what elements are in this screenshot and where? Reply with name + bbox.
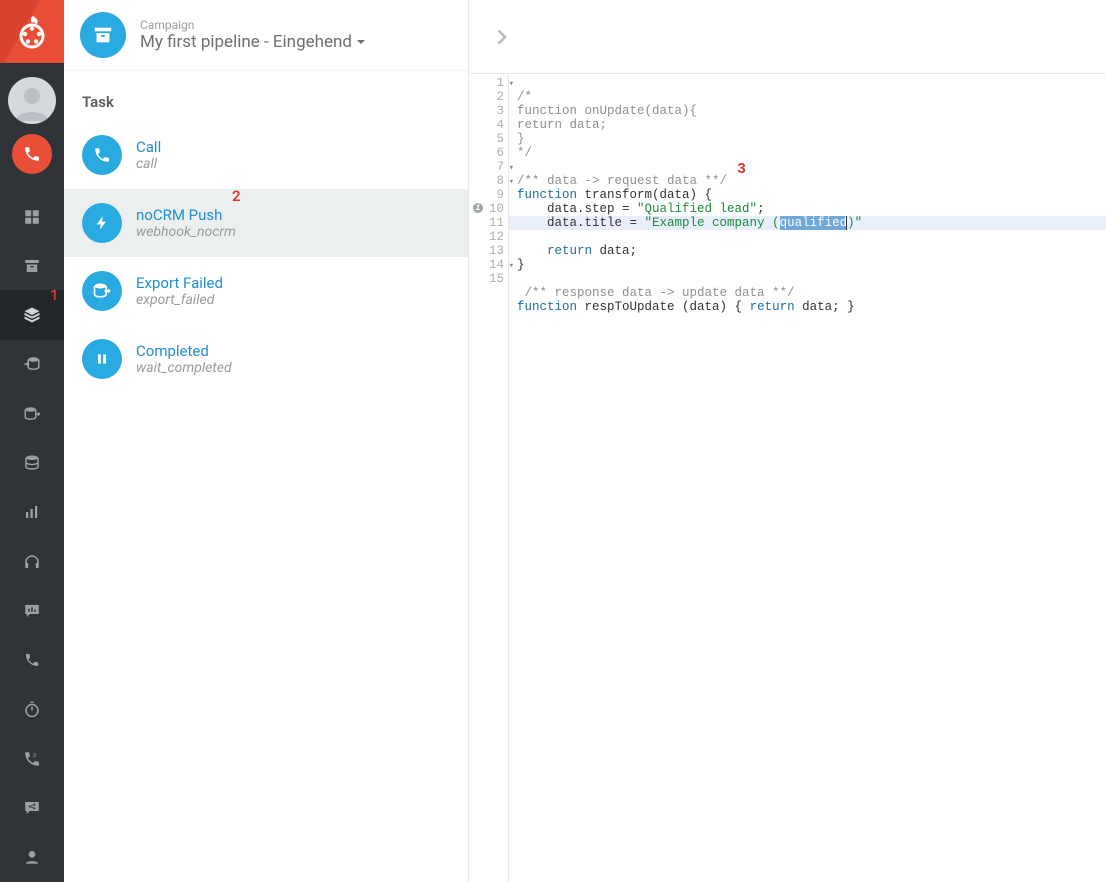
db-arrow-icon (92, 281, 112, 301)
task-title: Call (136, 138, 161, 156)
bolt-icon (94, 215, 110, 231)
phone-small-icon (24, 652, 40, 668)
nav-share[interactable] (0, 783, 64, 832)
detail-breadcrumb-bar (469, 0, 1106, 74)
chat-chart-icon (23, 602, 41, 620)
phone-icon (93, 146, 111, 164)
phone-icon (23, 145, 41, 163)
nav-data-out[interactable] (0, 389, 64, 438)
campaign-selector[interactable]: My first pipeline - Eingehend (140, 32, 366, 52)
headphones-icon (23, 553, 41, 571)
nav-chat-stats[interactable] (0, 586, 64, 635)
task-item-completed[interactable]: Completed wait_completed (64, 325, 468, 393)
task-item-export-failed[interactable]: Export Failed export_failed (64, 257, 468, 325)
task-subtitle: wait_completed (136, 360, 232, 376)
nav-layers[interactable]: 1 (0, 290, 64, 339)
task-subtitle: webhook_nocrm (136, 224, 236, 240)
nav-data-in[interactable] (0, 340, 64, 389)
task-panel: Campaign My first pipeline - Eingehend T… (64, 0, 469, 882)
code-gutter: 1▾234567▾8▾91011121314▾15 (469, 74, 509, 882)
task-title: Completed (136, 342, 232, 360)
nav-database[interactable] (0, 438, 64, 487)
campaign-header: Campaign My first pipeline - Eingehend (64, 0, 468, 71)
caret-down-icon (356, 37, 366, 47)
task-section-title: Task (64, 71, 468, 121)
campaign-title: My first pipeline - Eingehend (140, 32, 352, 52)
nav-timer[interactable] (0, 685, 64, 734)
chevron-right-icon[interactable] (491, 27, 511, 47)
dialer-button[interactable] (12, 134, 52, 173)
task-title: Export Failed (136, 274, 223, 292)
reel-flame-icon (14, 14, 50, 50)
avatar-placeholder-icon (12, 81, 52, 121)
task-icon-pause (82, 339, 122, 379)
layers-icon (23, 306, 41, 324)
database-icon (23, 454, 41, 472)
data-in-icon (23, 355, 41, 373)
nav-calls[interactable] (0, 636, 64, 685)
share-chat-icon (23, 799, 41, 817)
bar-chart-icon (23, 503, 41, 521)
svg-text:#: # (33, 752, 37, 759)
code-editor[interactable]: 3 1▾234567▾8▾91011121314▾15 /* function … (469, 74, 1106, 882)
nav-phone-hash[interactable]: # (0, 734, 64, 783)
campaign-icon (80, 12, 126, 58)
pause-icon (95, 352, 109, 366)
app-logo[interactable] (0, 0, 64, 63)
user-icon (24, 849, 40, 865)
task-subtitle: export_failed (136, 292, 223, 308)
task-icon-phone (82, 135, 122, 175)
annotation-2: 2 (232, 187, 241, 205)
left-nav-rail: 1 # (0, 0, 64, 882)
nav-user[interactable] (0, 833, 64, 882)
nav-headset[interactable] (0, 537, 64, 586)
task-subtitle: call (136, 156, 161, 172)
nav-grid[interactable] (0, 192, 64, 241)
archive-box-icon (92, 24, 114, 46)
detail-panel: 3 1▾234567▾8▾91011121314▾15 /* function … (469, 0, 1106, 882)
archive-icon (23, 257, 41, 275)
task-title: noCRM Push (136, 206, 236, 224)
task-icon-db (82, 271, 122, 311)
phone-hash-icon: # (23, 750, 41, 768)
code-content[interactable]: /* function onUpdate(data){ return data;… (509, 74, 1106, 882)
campaign-sublabel: Campaign (140, 18, 366, 32)
data-out-icon (23, 405, 41, 423)
task-icon-bolt (82, 203, 122, 243)
nav-stats[interactable] (0, 488, 64, 537)
task-item-nocrm-push[interactable]: noCRM Push webhook_nocrm 2 (64, 189, 468, 257)
user-avatar[interactable] (8, 77, 56, 124)
nav-archive[interactable] (0, 241, 64, 290)
grid-icon (23, 208, 41, 226)
task-item-call[interactable]: Call call (64, 121, 468, 189)
stopwatch-icon (23, 700, 41, 718)
